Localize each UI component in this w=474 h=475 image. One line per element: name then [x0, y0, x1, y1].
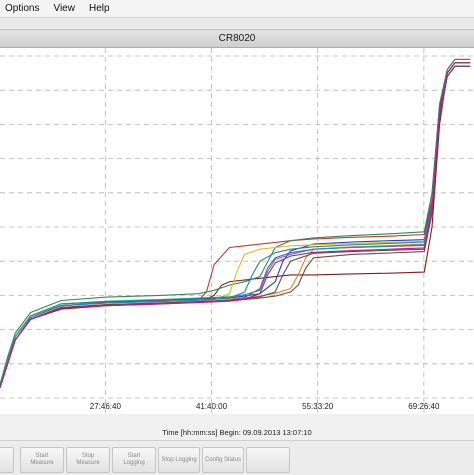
- start-logging-button[interactable]: Start Logging: [112, 447, 156, 473]
- menu-view[interactable]: View: [46, 0, 82, 17]
- window-title: CR8020: [0, 29, 474, 48]
- stop-logging-button[interactable]: Stop Logging: [158, 447, 200, 473]
- toolbar-button-blank[interactable]: [246, 447, 290, 473]
- menu-options[interactable]: Options: [0, 0, 46, 17]
- bottom-toolbar: Start Measure Stop Measure Start Logging…: [0, 440, 474, 475]
- config-status-button[interactable]: Config Status: [202, 447, 244, 473]
- start-measure-button[interactable]: Start Measure: [20, 447, 64, 473]
- toolbar-button-partial[interactable]: [0, 447, 14, 473]
- plot-background: [0, 48, 474, 414]
- x-tick-label: 69:26:40: [408, 402, 440, 411]
- menu-help[interactable]: Help: [82, 0, 117, 17]
- x-tick-label: 27:46:40: [90, 402, 122, 411]
- x-tick-label: 55:33:20: [302, 402, 334, 411]
- x-tick-label: 41:40:00: [196, 402, 228, 411]
- toolbar-strip: [0, 18, 474, 28]
- line-chart: 27:46:40 41:40:00 55:33:20 69:26:40: [0, 48, 474, 414]
- x-axis-label: Time [hh:mm:ss] Begin: 09.09.2013 13:07:…: [162, 428, 312, 437]
- stop-measure-button[interactable]: Stop Measure: [66, 447, 110, 473]
- menu-bar: Options View Help: [0, 0, 474, 18]
